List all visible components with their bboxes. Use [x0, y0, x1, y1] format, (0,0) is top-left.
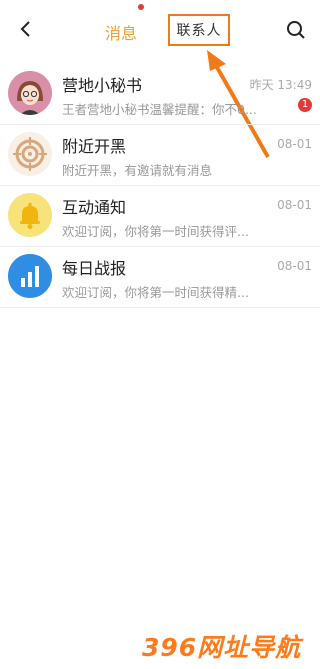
- conversation-row[interactable]: 营地小秘书 王者营地小秘书温馨提醒：你不0... 昨天 13:49 1: [0, 64, 320, 125]
- conversation-preview: 附近开黑，有邀请就有消息: [62, 163, 213, 178]
- conversation-name: 附近开黑: [62, 137, 127, 156]
- conversation-list: 营地小秘书 王者营地小秘书温馨提醒：你不0... 昨天 13:49 1 附近开黑…: [0, 64, 320, 308]
- conversation-preview: 欢迎订阅，你将第一时间获得精...: [62, 285, 249, 300]
- bell-icon: [8, 193, 52, 237]
- unread-badge: 1: [298, 98, 312, 112]
- conversation-time: 08-01: [277, 259, 312, 273]
- conversation-row[interactable]: 每日战报 欢迎订阅，你将第一时间获得精... 08-01: [0, 247, 320, 308]
- conversation-time: 08-01: [277, 137, 312, 151]
- conversation-preview: 欢迎订阅，你将第一时间获得评...: [62, 224, 249, 239]
- tab-contacts[interactable]: 联系人: [168, 14, 230, 46]
- conversation-time: 昨天 13:49: [249, 78, 312, 92]
- conversation-row[interactable]: 互动通知 欢迎订阅，你将第一时间获得评... 08-01: [0, 186, 320, 247]
- target-icon: [8, 132, 52, 176]
- search-icon[interactable]: [284, 18, 308, 42]
- conversation-row[interactable]: 附近开黑 附近开黑，有邀请就有消息 08-01: [0, 125, 320, 186]
- conversation-name: 每日战报: [62, 259, 127, 278]
- chevron-left-icon[interactable]: [14, 17, 38, 41]
- tab-contacts-label: 联系人: [176, 23, 222, 39]
- conversation-time: 08-01: [277, 198, 312, 212]
- top-bar: 消息 联系人: [0, 0, 320, 60]
- bar-chart-icon: [8, 254, 52, 298]
- conversation-name: 互动通知: [62, 198, 127, 217]
- girl-avatar: [8, 71, 52, 115]
- tab-messages[interactable]: 消息: [105, 20, 137, 44]
- watermark: 396网址导航: [142, 633, 302, 662]
- conversation-preview: 王者营地小秘书温馨提醒：你不0...: [62, 102, 257, 117]
- conversation-name: 营地小秘书: [62, 76, 143, 95]
